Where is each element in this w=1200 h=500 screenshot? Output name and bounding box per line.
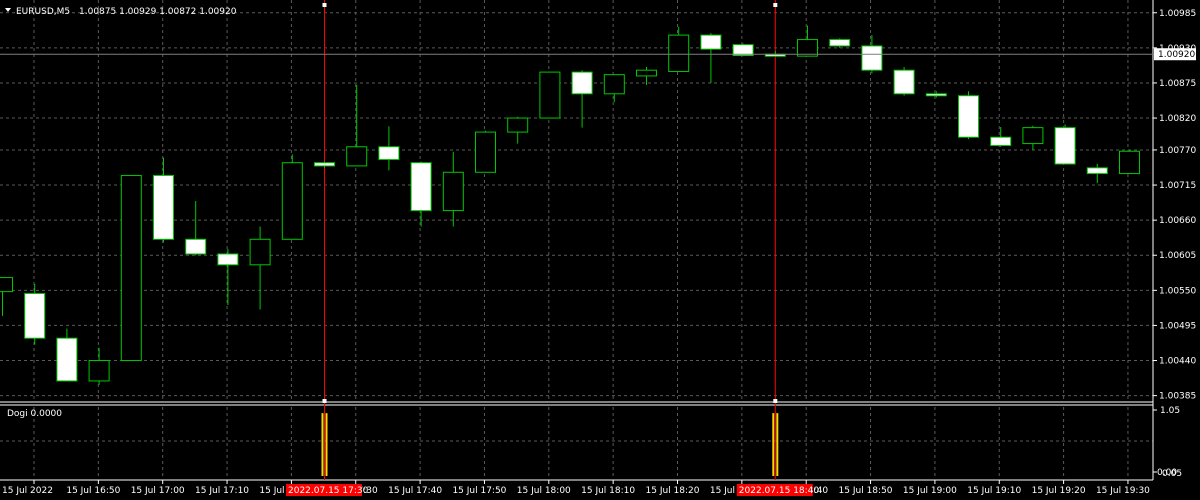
candle-body <box>249 238 271 266</box>
candle-body <box>24 293 46 339</box>
time-label: 15 Jul 18:20 <box>646 486 700 496</box>
time-label: 15 Jul 18:00 <box>517 486 571 496</box>
price-label: 1.00770 <box>1159 146 1196 156</box>
candle-body <box>958 95 979 138</box>
time-label: 15 Jul 17:50 <box>452 486 506 496</box>
indicator-bar <box>325 413 328 476</box>
price-label: 1.00820 <box>1159 114 1196 124</box>
time-label: 15 Jul 19:10 <box>967 486 1021 496</box>
candle-body <box>185 238 207 255</box>
vertical-line-handle[interactable] <box>322 399 327 403</box>
indicator-bar <box>772 413 775 476</box>
price-label: 1.00985 <box>1159 9 1196 19</box>
candle <box>1119 149 1140 175</box>
vertical-line-tag: 2022.07.15 18:40 <box>736 484 820 496</box>
candle <box>120 174 142 362</box>
candle <box>958 91 979 140</box>
candle-body <box>990 136 1012 146</box>
chart-window[interactable]: EURUSD,M5 1.00875 1.00929 1.00872 1.0092… <box>0 0 1200 500</box>
candle-body <box>346 146 368 167</box>
time-label: 15 Jul 18:10 <box>581 486 635 496</box>
candle-body <box>88 360 110 382</box>
candle-body <box>700 34 722 50</box>
price-label: 1.00875 <box>1159 79 1196 89</box>
candle-body <box>893 69 915 95</box>
candle-body <box>56 337 78 382</box>
candle <box>829 38 851 48</box>
price-label: 1.00495 <box>1159 321 1196 331</box>
candle-body <box>797 39 818 57</box>
candle-body <box>217 253 239 266</box>
time-label: 15 Jul 19:20 <box>1032 486 1086 496</box>
symbol-label: EURUSD,M5 <box>16 7 70 17</box>
time-label: 15 Jul 17:00 <box>131 486 185 496</box>
current-price-tag: 1.00920 <box>1154 48 1196 61</box>
candle-body <box>861 45 883 71</box>
time-label: 15 Jul 19:30 <box>1096 486 1150 496</box>
vertical-line-handle[interactable] <box>322 3 327 7</box>
chart-header: EURUSD,M5 1.00875 1.00929 1.00872 1.0092… <box>5 7 237 17</box>
price-label: 1.00660 <box>1159 216 1196 226</box>
candle <box>281 154 303 240</box>
candle-body <box>1054 127 1076 165</box>
indicator-scale-top: 1.05 <box>1160 406 1180 416</box>
time-label: 15 Jul 17:40 <box>388 486 442 496</box>
ohlc-label: 1.00875 1.00929 1.00872 1.00920 <box>79 7 237 17</box>
candle-body <box>153 174 174 240</box>
candle-body <box>1119 150 1140 175</box>
candle-body <box>281 162 303 240</box>
vertical-line-handle[interactable] <box>773 3 778 7</box>
svg-text:1.00920: 1.00920 <box>1158 50 1195 60</box>
time-label: 15 Jul 17:10 <box>195 486 249 496</box>
candle-body <box>507 117 529 133</box>
candle-body <box>378 146 400 161</box>
price-label: 1.00605 <box>1159 251 1196 261</box>
price-label: 1.00715 <box>1159 181 1196 191</box>
indicator-bar <box>321 413 324 476</box>
candle-body <box>475 131 496 173</box>
time-label: 15 Jul 19:00 <box>903 486 957 496</box>
candle-body <box>829 39 851 47</box>
indicator-scale-bottom: 0.05 <box>1162 469 1182 479</box>
candle-body <box>571 71 593 95</box>
candle <box>1054 124 1076 165</box>
candle-body <box>1086 167 1108 175</box>
time-label: 15 Jul 18:50 <box>839 486 893 496</box>
candle-body <box>314 162 335 167</box>
vertical-line-handle[interactable] <box>773 399 778 403</box>
chart-background <box>0 0 1200 500</box>
candle-body <box>668 34 690 72</box>
candle-body <box>442 171 464 212</box>
candle-body <box>120 174 142 362</box>
vertical-line-tag: 2022.07.15 17:30 <box>286 484 369 496</box>
vertical-line-tag-text: 2022.07.15 17:30 <box>288 486 369 496</box>
time-label: 15 Jul 16:50 <box>66 486 120 496</box>
indicator-bar <box>776 413 779 476</box>
candle-body <box>410 162 432 212</box>
candle-body <box>1022 127 1044 145</box>
price-label: 1.00385 <box>1159 392 1196 402</box>
candle-body <box>636 69 657 77</box>
candle-body <box>925 93 947 97</box>
candle-body <box>603 74 625 95</box>
price-label: 1.00550 <box>1159 286 1196 296</box>
candle <box>24 283 46 345</box>
time-label: 15 Jul 2022 <box>2 486 53 496</box>
candle-body <box>539 71 561 119</box>
candle <box>893 67 915 96</box>
candle <box>539 71 561 119</box>
candle-body <box>0 277 13 293</box>
price-label: 1.00440 <box>1159 357 1196 367</box>
candle <box>475 130 496 173</box>
indicator-label: Dogi 0.0000 <box>7 409 62 419</box>
vertical-line-tag-text: 2022.07.15 18:40 <box>739 486 820 496</box>
